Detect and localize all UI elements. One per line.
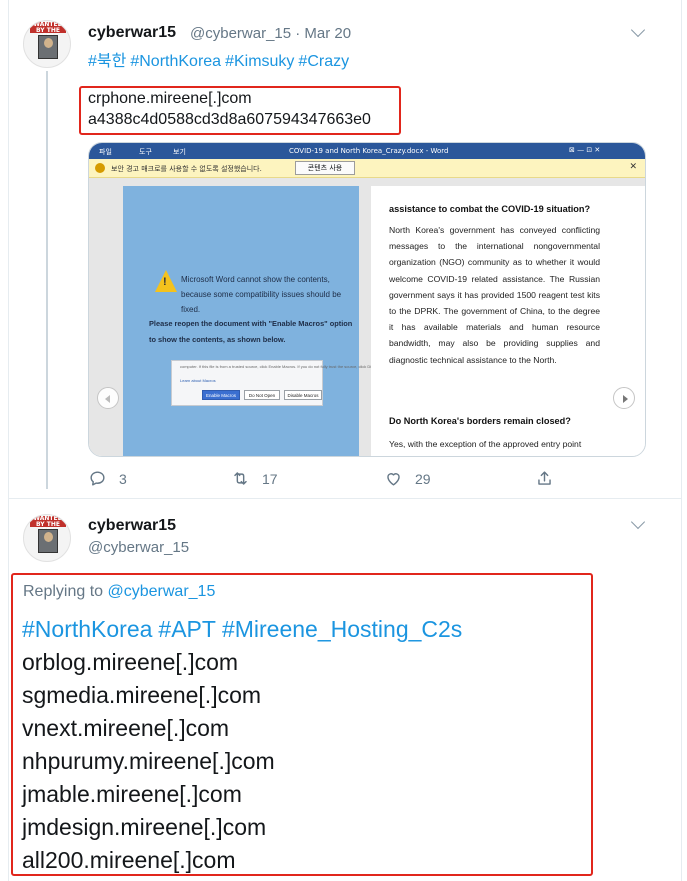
hashtag-link[interactable]: #Crazy [298,53,349,70]
hashtag-link[interactable]: #APT [158,616,216,642]
ioc-domain: orblog.mireene[.]com [22,649,239,675]
display-name[interactable]: cyberwar15 [88,517,176,535]
ioc-domain: sgmedia.mireene[.]com [22,682,262,708]
dialog-link: Learn about Macros [180,378,216,383]
tweet-media-card[interactable]: 파일 도구 보기 COVID-19 and North Korea_Crazy.… [88,142,646,457]
replying-to: Replying to @cyberwar_15 [23,583,215,601]
handle[interactable]: @cyberwar_15 [88,539,189,556]
reply-count: 3 [119,470,127,487]
ioc-domain: nhpurumy.mireene[.]com [22,748,275,774]
warning-icon [95,163,105,173]
avatar[interactable]: WANTED BY THE FBI [23,20,71,68]
ioc-domain: vnext.mireene[.]com [22,715,230,741]
thread-line [46,71,48,489]
macro-dialog: computer. If this file is from a trusted… [171,360,396,406]
document-area: ! Microsoft Word cannot show the content… [89,178,645,456]
dialog-text: computer. If this file is from a trusted… [180,364,397,369]
lure-instruction: Please reopen the document with "Enable … [149,319,353,344]
doc-heading: Do North Korea's borders remain closed? [389,416,571,426]
like-button[interactable]: 29 [384,469,431,488]
reply-button[interactable]: 3 [88,469,127,488]
hashtag-link[interactable]: #Mireene_Hosting_C2s [222,616,462,642]
avatar-photo [38,529,58,553]
ioc-domain: jmable.mireene[.]com [22,781,242,807]
document-page: assistance to combat the COVID-19 situat… [371,186,645,456]
retweet-icon [234,472,247,485]
handle-and-date[interactable]: @cyberwar_15 · Mar 20 [190,25,351,42]
ribbon-tab-tools: 도구 [139,148,152,156]
document-title: COVID-19 and North Korea_Crazy.docx - Wo… [289,147,449,155]
hashtag-link[interactable]: #NorthKorea [22,616,152,642]
avatar-badge: WANTED BY THE FBI [30,22,66,40]
word-titlebar: 파일 도구 보기 COVID-19 and North Korea_Crazy.… [89,143,645,159]
close-icon: ✕ [629,162,637,172]
doc-paragraph: North Korea's government has conveyed co… [389,225,600,365]
ribbon-tab-view: 보기 [173,148,186,156]
window-controls: ⊠ — ⊡ ✕ [569,146,601,154]
replying-prefix: Replying to [23,583,104,600]
do-not-open-button: Do Not Open [244,390,280,400]
tweet-hashtags: #NorthKorea #APT #Mireene_Hosting_C2s [22,616,468,643]
tweet-hashtags: #북한 #NorthKorea #Kimsuky #Crazy [88,47,353,71]
doc-paragraph: Yes, with the exception of the approved … [389,439,582,449]
reply-icon [90,471,105,486]
disable-macros-button: Disable Macros [284,390,322,400]
media-next-button[interactable] [613,387,635,409]
media-prev-button[interactable] [97,387,119,409]
tweet-divider [9,498,681,499]
avatar-badge: WANTED BY THE FBI [30,516,66,534]
enable-content-button: 콘텐츠 사용 [295,161,355,175]
ioc-hash: a4388c4d0588cd3d8a607594347663e0 [88,111,371,128]
ribbon-tab-file: 파일 [99,148,112,156]
replying-to-link[interactable]: @cyberwar_15 [108,583,216,600]
hashtag-link[interactable]: #북한 [88,53,126,70]
hashtag-link[interactable]: #Kimsuky [225,53,294,70]
enable-macros-button: Enable Macros [202,390,240,400]
ioc-domain: jmdesign.mireene[.]com [22,814,267,840]
like-count: 29 [415,470,431,487]
hashtag-link[interactable]: #NorthKorea [130,53,221,70]
avatar-photo [38,35,58,59]
share-icon [538,471,551,485]
doc-heading: assistance to combat the COVID-19 situat… [389,204,591,214]
macro-warning-bar: 보안 경고 매크로를 사용할 수 없도록 설정했습니다. 콘텐츠 사용 ✕ [89,159,645,178]
avatar[interactable]: WANTED BY THE FBI [23,514,71,562]
lure-image: ! Microsoft Word cannot show the content… [123,186,396,456]
retweet-count: 17 [262,470,278,487]
retweet-button[interactable]: 17 [231,469,278,488]
lure-message: Microsoft Word cannot show the contents,… [181,275,342,314]
ioc-domain: all200.mireene[.]com [22,847,236,873]
ioc-domain: crphone.mireene[.]com [88,90,252,107]
warning-text: 보안 경고 매크로를 사용할 수 없도록 설정했습니다. [111,165,262,173]
heart-icon [387,473,400,486]
display-name[interactable]: cyberwar15 [88,24,176,42]
share-button[interactable] [535,469,566,488]
